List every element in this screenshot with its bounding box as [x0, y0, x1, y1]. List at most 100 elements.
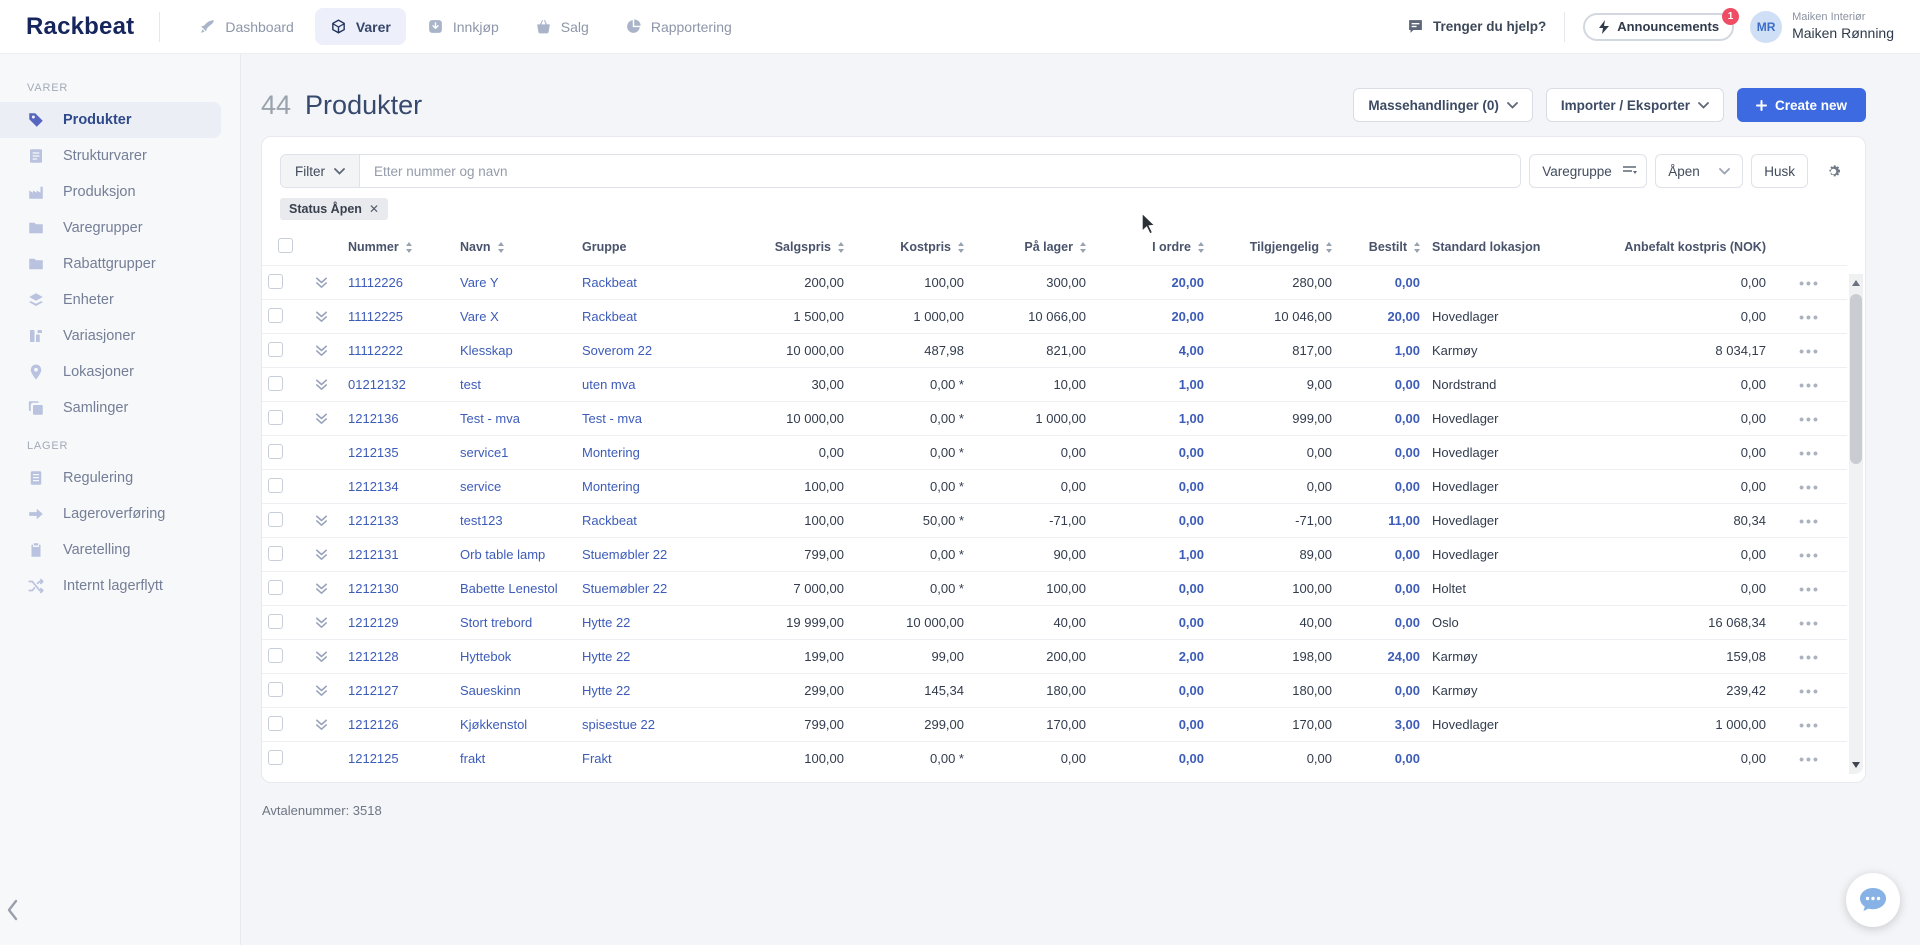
- table-scrollbar[interactable]: [1849, 274, 1863, 774]
- import-export-button[interactable]: Importer / Eksporter: [1545, 88, 1724, 122]
- expand-chevrons-icon[interactable]: [314, 683, 336, 698]
- expand-chevrons-icon[interactable]: [314, 615, 336, 630]
- row-checkbox[interactable]: [268, 443, 283, 459]
- sort-icon[interactable]: [1414, 241, 1420, 253]
- product-group-link[interactable]: Stuemøbler 22: [582, 581, 667, 596]
- sidebar-item-variasjoner[interactable]: Variasjoner: [0, 318, 221, 354]
- column-header-navn[interactable]: Navn: [454, 232, 576, 266]
- row-actions-button[interactable]: •••: [1772, 503, 1847, 538]
- row-actions-button[interactable]: •••: [1772, 265, 1847, 300]
- column-header-i-ordre[interactable]: I ordre: [1092, 232, 1210, 266]
- user-menu[interactable]: Maiken Interiør Maiken Rønning: [1792, 11, 1894, 42]
- row-checkbox[interactable]: [268, 511, 283, 527]
- product-name-link[interactable]: service1: [460, 445, 508, 460]
- announcements-button[interactable]: Announcements 1: [1583, 7, 1740, 41]
- product-name-link[interactable]: Saueskinn: [460, 683, 521, 698]
- row-actions-button[interactable]: •••: [1772, 435, 1847, 470]
- sidebar-item-varetelling[interactable]: Varetelling: [0, 532, 221, 568]
- product-group-link[interactable]: Hytte 22: [582, 649, 630, 664]
- sidebar-item-regulering[interactable]: Regulering: [0, 460, 221, 496]
- product-name-link[interactable]: frakt: [460, 751, 485, 766]
- row-actions-button[interactable]: •••: [1772, 333, 1847, 368]
- column-header-salgspris[interactable]: Salgspris: [738, 232, 850, 266]
- sort-icon[interactable]: [405, 241, 412, 253]
- product-group-link[interactable]: Soverom 22: [582, 343, 652, 358]
- product-group-link[interactable]: Stuemøbler 22: [582, 547, 667, 562]
- gear-icon[interactable]: [1816, 154, 1847, 188]
- expand-chevrons-icon[interactable]: [314, 377, 336, 392]
- row-checkbox[interactable]: [268, 375, 283, 391]
- row-actions-button[interactable]: •••: [1772, 571, 1847, 606]
- product-number-link[interactable]: 11112225: [348, 309, 403, 324]
- product-number-link[interactable]: 01212132: [348, 377, 406, 392]
- product-number-link[interactable]: 1212129: [348, 615, 399, 630]
- product-group-link[interactable]: spisestue 22: [582, 717, 655, 732]
- sort-icon[interactable]: [838, 241, 844, 253]
- product-name-link[interactable]: Klesskap: [460, 343, 513, 358]
- product-group-link[interactable]: Test - mva: [582, 411, 642, 426]
- column-header-tilgjengelig[interactable]: Tilgjengelig: [1210, 232, 1338, 266]
- scrollbar-thumb[interactable]: [1850, 294, 1862, 464]
- row-checkbox[interactable]: [268, 545, 283, 561]
- row-checkbox[interactable]: [268, 307, 283, 323]
- product-name-link[interactable]: Babette Lenestol: [460, 581, 558, 596]
- product-number-link[interactable]: 1212134: [348, 479, 399, 494]
- sidebar-item-varegrupper[interactable]: Varegrupper: [0, 210, 221, 246]
- row-actions-button[interactable]: •••: [1772, 707, 1847, 742]
- expand-chevrons-icon[interactable]: [314, 581, 336, 596]
- product-number-link[interactable]: 1212133: [348, 513, 399, 528]
- row-checkbox[interactable]: [268, 715, 283, 731]
- product-name-link[interactable]: Hyttebok: [460, 649, 511, 664]
- status-select[interactable]: Åpen: [1655, 154, 1744, 188]
- sidebar-item-rabattgrupper[interactable]: Rabattgrupper: [0, 246, 221, 282]
- row-actions-button[interactable]: •••: [1772, 639, 1847, 674]
- sidebar-item-produkter[interactable]: Produkter: [0, 102, 221, 138]
- sidebar-item-produksjon[interactable]: Produksjon: [0, 174, 221, 210]
- product-group-link[interactable]: Rackbeat: [582, 275, 637, 290]
- row-checkbox[interactable]: [268, 477, 283, 493]
- sidebar-item-lageroverføring[interactable]: Lageroverføring: [0, 496, 221, 532]
- nav-item-rapportering[interactable]: Rapportering: [610, 8, 747, 45]
- product-group-link[interactable]: uten mva: [582, 377, 635, 392]
- row-checkbox[interactable]: [268, 681, 283, 697]
- bulk-actions-button[interactable]: Massehandlinger (0): [1353, 88, 1533, 122]
- product-name-link[interactable]: test123: [460, 513, 503, 528]
- product-number-link[interactable]: 1212131: [348, 547, 399, 562]
- product-number-link[interactable]: 11112222: [348, 343, 403, 358]
- expand-chevrons-icon[interactable]: [314, 547, 336, 562]
- product-number-link[interactable]: 1212125: [348, 751, 399, 766]
- product-group-link[interactable]: Hytte 22: [582, 683, 630, 698]
- select-all-checkbox[interactable]: [277, 238, 293, 253]
- product-number-link[interactable]: 11112226: [348, 275, 403, 290]
- help-button[interactable]: Trenger du hjelp?: [1407, 18, 1546, 35]
- sort-icon[interactable]: [1326, 241, 1332, 253]
- rackbeat-logo[interactable]: Rackbeat: [26, 13, 134, 41]
- sort-icon[interactable]: [958, 241, 964, 253]
- product-name-link[interactable]: test: [460, 377, 481, 392]
- row-actions-button[interactable]: •••: [1772, 537, 1847, 572]
- product-number-link[interactable]: 1212135: [348, 445, 399, 460]
- product-group-link[interactable]: Frakt: [582, 751, 612, 766]
- filter-dropdown-button[interactable]: Filter: [281, 155, 360, 187]
- column-header-kostpris[interactable]: Kostpris: [850, 232, 970, 266]
- product-number-link[interactable]: 1212128: [348, 649, 399, 664]
- sort-icon[interactable]: [1080, 241, 1086, 253]
- expand-chevrons-icon[interactable]: [314, 275, 336, 290]
- avatar[interactable]: MR: [1750, 10, 1783, 43]
- row-checkbox[interactable]: [268, 341, 283, 357]
- scroll-up-icon[interactable]: [1852, 280, 1860, 286]
- product-number-link[interactable]: 1212130: [348, 581, 399, 596]
- product-number-link[interactable]: 1212136: [348, 411, 399, 426]
- product-number-link[interactable]: 1212127: [348, 683, 399, 698]
- expand-chevrons-icon[interactable]: [314, 343, 336, 358]
- product-group-link[interactable]: Montering: [582, 445, 640, 460]
- nav-item-varer[interactable]: Varer: [314, 8, 406, 45]
- row-checkbox[interactable]: [268, 409, 283, 425]
- expand-chevrons-icon[interactable]: [314, 649, 336, 664]
- row-checkbox[interactable]: [268, 579, 283, 595]
- scroll-down-icon[interactable]: [1852, 761, 1860, 768]
- row-actions-button[interactable]: •••: [1772, 605, 1847, 640]
- product-name-link[interactable]: Vare Y: [460, 275, 499, 290]
- product-name-link[interactable]: Kjøkkenstol: [460, 717, 527, 732]
- sidebar-item-internt-lagerflytt[interactable]: Internt lagerflytt: [0, 568, 221, 604]
